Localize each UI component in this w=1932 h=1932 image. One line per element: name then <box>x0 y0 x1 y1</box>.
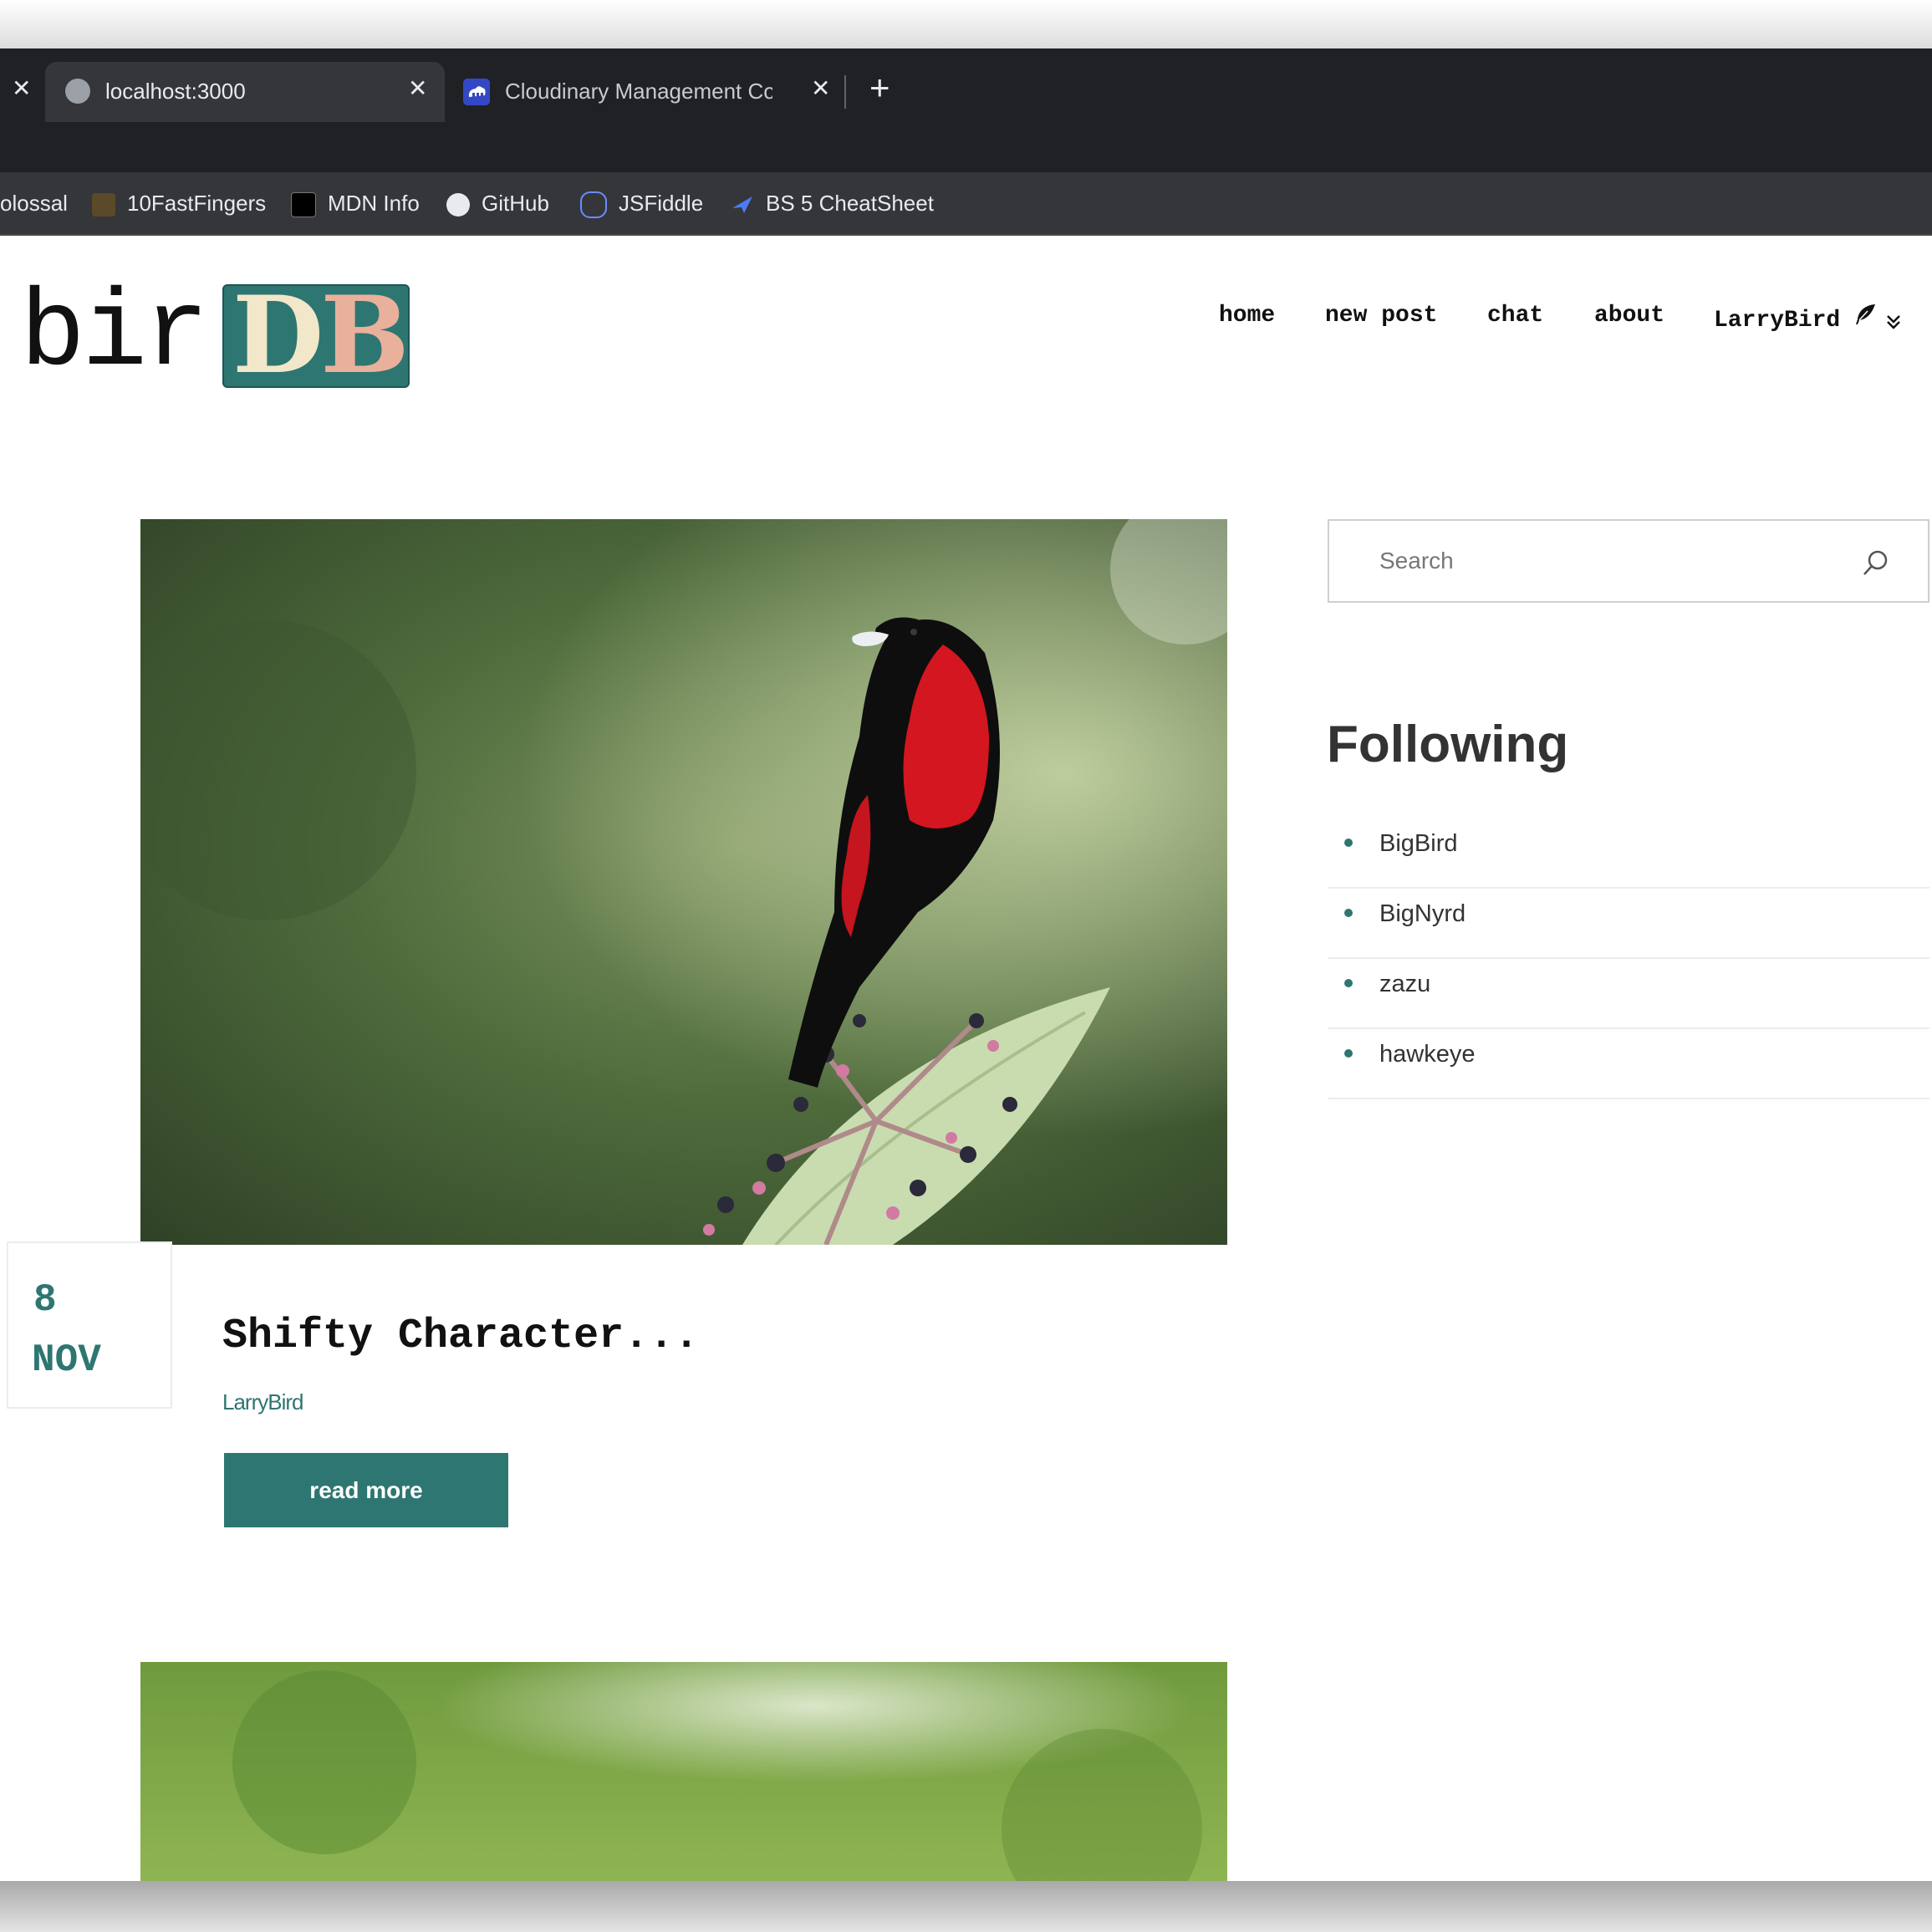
search-icon[interactable] <box>1861 549 1889 578</box>
jsfiddle-icon <box>580 191 607 219</box>
bullet-icon <box>1344 839 1353 847</box>
following-heading: Following <box>1327 716 1569 773</box>
screen-bottom-bezel <box>0 1881 1932 1932</box>
read-more-button[interactable]: read more <box>224 1453 508 1527</box>
nav-about[interactable]: about <box>1594 303 1664 329</box>
address-bar-area <box>0 122 1932 172</box>
logo-text-bir: bir <box>20 274 209 397</box>
following-item[interactable]: BigNyrd <box>1328 889 1929 959</box>
bookmark-mdn-info[interactable]: MDN Info <box>291 189 420 218</box>
following-item[interactable]: hawkeye <box>1328 1029 1929 1099</box>
chevron-down-icon <box>1885 313 1902 337</box>
bullet-icon <box>1344 1049 1353 1058</box>
feather-icon <box>1853 303 1877 334</box>
tab-title: localhost:3000 <box>105 79 246 104</box>
screen-top-bezel <box>0 0 1932 48</box>
logo-text-db: DB <box>232 273 410 397</box>
nav-new-post[interactable]: new post <box>1325 303 1437 329</box>
following-item[interactable]: zazu <box>1328 959 1929 1029</box>
nav-home[interactable]: home <box>1219 303 1275 329</box>
post-image[interactable] <box>140 519 1227 1245</box>
browser-tab-bar: ✕ localhost:3000 ✕ Cloudinary Management… <box>0 48 1932 122</box>
close-tab-icon[interactable]: ✕ <box>811 77 830 100</box>
tab-localhost[interactable]: localhost:3000 ✕ <box>45 62 445 122</box>
bookmark-github[interactable]: GitHub <box>446 189 549 217</box>
page-content: bir DB home new post chat about LarryBir… <box>0 236 1932 1881</box>
10fastfingers-icon <box>92 193 115 217</box>
tab-cloudinary[interactable]: Cloudinary Management Console ✕ <box>451 62 830 122</box>
nav-user-name: LarryBird <box>1714 308 1841 334</box>
post-date-month: NOV <box>32 1338 101 1382</box>
prev-tab-close-icon[interactable]: ✕ <box>12 77 31 100</box>
close-tab-icon[interactable]: ✕ <box>408 77 427 100</box>
bootstrap-icon <box>731 193 754 217</box>
tab-divider <box>844 75 846 109</box>
next-post-image[interactable] <box>140 1662 1227 1881</box>
bookmarks-bar: olossal 10FastFingers MDN Info GitHub JS… <box>0 172 1932 236</box>
post-date-day: 8 <box>33 1278 57 1322</box>
nav-chat[interactable]: chat <box>1487 303 1543 329</box>
search-input[interactable]: Search <box>1379 548 1454 574</box>
birdb-logo[interactable]: bir DB <box>20 273 410 397</box>
post-title[interactable]: Shifty Character... <box>222 1313 699 1360</box>
post-date-badge: 8 NOV <box>7 1241 172 1409</box>
post-author-link[interactable]: LarryBird <box>222 1389 303 1415</box>
github-icon <box>446 193 470 217</box>
bookmark-colossal[interactable]: olossal <box>0 189 68 217</box>
globe-icon <box>65 79 90 104</box>
tab-title: Cloudinary Management Console <box>505 79 772 104</box>
logo-db-box: DB <box>222 273 410 397</box>
bullet-icon <box>1344 979 1353 987</box>
following-item[interactable]: BigBird <box>1328 818 1929 889</box>
bookmark-bs5-cheatsheet[interactable]: BS 5 CheatSheet <box>731 189 934 217</box>
following-list: BigBird BigNyrd zazu hawkeye <box>1328 818 1929 1099</box>
mdn-icon <box>291 192 316 218</box>
nav-user-menu[interactable]: LarryBird <box>1714 303 1902 337</box>
cloudinary-icon <box>463 79 490 105</box>
bullet-icon <box>1344 909 1353 917</box>
bookmark-jsfiddle[interactable]: JSFiddle <box>580 189 703 219</box>
search-box[interactable]: Search <box>1328 519 1929 603</box>
new-tab-button[interactable]: + <box>869 70 890 105</box>
bookmark-10fastfingers[interactable]: 10FastFingers <box>92 189 266 217</box>
